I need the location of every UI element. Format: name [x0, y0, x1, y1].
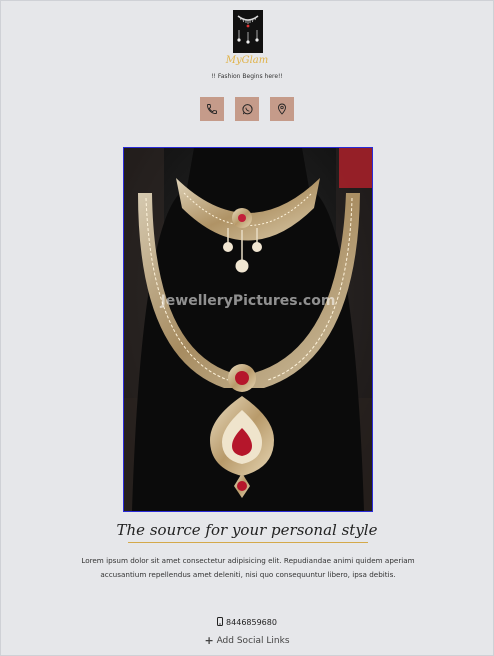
necklace-hero-image: JewelleryPictures.com	[123, 147, 373, 512]
phone-number: 8446859680	[226, 618, 277, 627]
add-social-links-label: Add Social Links	[216, 636, 290, 646]
whatsapp-icon[interactable]	[235, 97, 259, 121]
location-pin-icon[interactable]	[270, 97, 294, 121]
phone-contact[interactable]: 8446859680	[0, 617, 494, 628]
plus-icon: +	[204, 634, 214, 647]
image-watermark: JewelleryPictures.com	[160, 293, 336, 309]
add-social-links-button[interactable]: + Add Social Links	[0, 634, 494, 647]
contact-icon-row	[0, 97, 494, 121]
mobile-phone-icon	[217, 617, 224, 628]
phone-icon[interactable]	[200, 97, 224, 121]
description-text: Lorem ipsum dolor sit amet consectetur a…	[81, 556, 415, 579]
heading-underline	[128, 542, 368, 543]
section-heading: The source for your personal style	[116, 521, 378, 539]
earrings-logo-icon	[233, 10, 263, 53]
tagline: !! Fashion Begins here!!	[211, 73, 283, 80]
brand-name: MyGlam	[225, 55, 269, 66]
